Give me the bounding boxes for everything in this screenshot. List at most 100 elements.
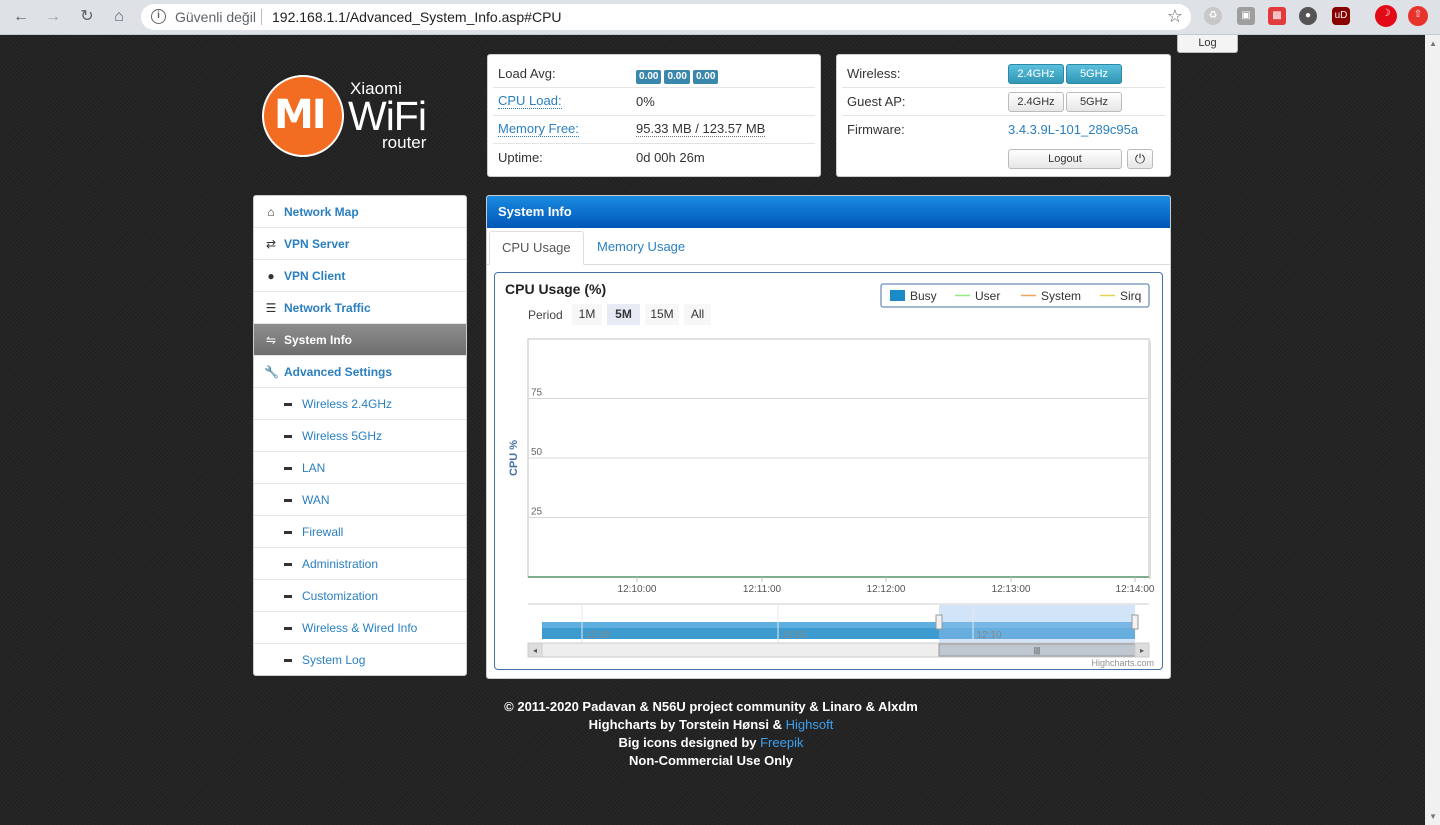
footer-icons: Big icons designed by Freepik [486,734,936,752]
controls-panel: Wireless: 2.4GHz 5GHz Guest AP: 2.4GHz 5… [836,54,1171,177]
memory-free-row: Memory Free: 95.33 MB / 123.57 MB [493,116,815,144]
x-tick-3: 12:13:00 [992,584,1031,595]
system-info-panel: System Info CPU Usage Memory Usage CPU U… [486,195,1171,679]
extension-recycle-icon[interactable]: ♻ [1204,7,1222,25]
tab-bar: CPU Usage Memory Usage [487,228,1170,265]
guest-24ghz-button[interactable]: 2.4GHz [1008,92,1064,112]
sidebar-sub-wireless-5[interactable]: Wireless 5GHz [254,420,466,452]
tab-memory-usage[interactable]: Memory Usage [585,231,697,265]
y-tick-25: 25 [531,507,543,518]
status-panel: Load Avg: 0.00 0.00 0.00 CPU Load: 0% Memo… [487,54,821,177]
dash-icon [284,627,292,630]
sidebar-sub-label: LAN [302,461,326,475]
cpu-load-value: 0% [636,94,655,109]
wireless-5ghz-button[interactable]: 5GHz [1066,64,1122,84]
sidebar-item-vpn-server[interactable]: ⇄ VPN Server [254,228,466,260]
uptime-value: 0d 00h 26m [636,150,705,165]
sidebar-sub-label: Administration [302,557,379,571]
logout-button[interactable]: Logout [1008,149,1122,169]
turkey-flag-icon[interactable]: ☽ [1375,5,1397,27]
sidebar-sub-label: WAN [302,493,330,507]
period-label-all: All [691,307,704,321]
address-bar[interactable]: i Güvenli değil 192.168.1.1/Advanced_Sys… [141,4,1191,30]
legend-item-busy[interactable]: Busy [910,289,937,303]
tab-cpu-usage[interactable]: CPU Usage [489,231,584,265]
sidebar-item-advanced-settings[interactable]: 🔧 Advanced Settings [254,356,466,388]
cpu-load-row: CPU Load: 0% [493,88,815,116]
y-tick-75: 75 [531,388,543,399]
omnibox-separator [261,9,262,25]
extension-bucket-icon[interactable]: ▣ [1237,7,1255,25]
extension-screen-icon[interactable]: ▩ [1268,7,1286,25]
reload-icon[interactable]: ↻ [74,5,100,29]
home-icon[interactable]: ⌂ [106,5,132,29]
sidebar-menu: ⌂ Network Map ⇄ VPN Server ● VPN Client … [253,195,467,676]
wireless-24ghz-button[interactable]: 2.4GHz [1008,64,1064,84]
sidebar-item-network-traffic[interactable]: ☰ Network Traffic [254,292,466,324]
random-icon: ⇋ [265,333,277,347]
highcharts-credit[interactable]: Highcharts.com [1091,658,1154,668]
list-icon: ☰ [265,301,277,315]
x-tick-1: 12:11:00 [743,584,782,595]
sidebar-item-vpn-client[interactable]: ● VPN Client [254,260,466,292]
load-avg-15: 0.00 [692,70,719,84]
dash-icon [284,435,292,438]
footer-copyright: © 2011-2020 Padavan & N56U project commu… [504,699,918,714]
sidebar-sub-system-log[interactable]: System Log [254,644,466,675]
sidebar-sub-customization[interactable]: Customization [254,580,466,612]
navigator-handle-left[interactable] [935,614,943,630]
sidebar-sub-firewall[interactable]: Firewall [254,516,466,548]
legend-item-user[interactable]: User [975,289,1000,303]
period-label-5m: 5M [615,307,632,321]
sidebar-item-network-map[interactable]: ⌂ Network Map [254,196,466,228]
footer-highcharts: Highcharts by Torstein Hønsi & Highsoft [486,716,936,734]
footer-icons-text: Big icons designed by [618,735,761,750]
sidebar-sub-wireless-24[interactable]: Wireless 2.4GHz [254,388,466,420]
sidebar-item-label: VPN Server [284,237,350,251]
sidebar-sub-lan[interactable]: LAN [254,452,466,484]
url-text[interactable]: 192.168.1.1/Advanced_System_Info.asp#CPU [272,9,562,25]
power-icon[interactable]: ⏻ [1127,149,1153,169]
ublock-icon[interactable]: uD [1332,7,1350,25]
sidebar-sub-wireless-wired-info[interactable]: Wireless & Wired Info [254,612,466,644]
scroll-down-icon[interactable]: ▼ [1429,812,1437,821]
retweet-icon: ⇄ [265,237,277,251]
navigator-selected-range [939,605,1135,643]
scroll-up-icon[interactable]: ▲ [1429,39,1437,48]
dash-icon [284,467,292,470]
memory-free-link[interactable]: Memory Free: [498,122,579,137]
guest-5ghz-button[interactable]: 5GHz [1066,92,1122,112]
highsoft-link[interactable]: Highsoft [786,717,834,732]
sidebar-item-system-info[interactable]: ⇋ System Info [254,324,466,356]
uptime-label: Uptime: [498,150,543,165]
sidebar-sub-label: Customization [302,589,379,603]
browser-toolbar: ← → ↻ ⌂ i Güvenli değil 192.168.1.1/Adva… [0,0,1440,35]
bookmark-star-icon[interactable]: ☆ [1167,6,1183,27]
sidebar-item-label: Advanced Settings [284,365,393,379]
sidebar-sub-administration[interactable]: Administration [254,548,466,580]
load-avg-values: 0.00 0.00 0.00 [636,67,721,84]
firmware-link[interactable]: 3.4.3.9L-101_289c95a [1008,122,1138,137]
x-tick-2: 12:12:00 [867,584,906,595]
load-avg-1: 0.00 [636,70,662,84]
log-tab[interactable]: Log [1177,35,1238,53]
page-scrollbar[interactable] [1425,35,1440,825]
xiaomi-wifi-logo: MI Xiaomi WiFi router [262,75,442,160]
memory-free-value: 95.33 MB / 123.57 MB [636,121,766,137]
upload-icon[interactable]: ⇧ [1408,6,1428,26]
forward-icon[interactable]: → [40,5,66,29]
freepik-link[interactable]: Freepik [760,735,803,750]
legend-item-system[interactable]: System [1041,289,1081,303]
panel-title: System Info [487,196,1170,228]
back-icon[interactable]: ← [8,5,34,29]
navigator-handle-right[interactable] [1131,614,1139,630]
info-icon[interactable]: i [151,9,166,24]
wrench-icon: 🔧 [264,365,279,379]
sidebar-sub-label: Wireless 2.4GHz [302,397,393,411]
extension-ball-icon[interactable]: ● [1299,7,1317,25]
legend-item-sirq[interactable]: Sirq [1120,289,1141,303]
dash-icon [284,595,292,598]
cpu-load-link[interactable]: CPU Load: [498,94,562,109]
firmware-label: Firmware: [847,122,905,137]
sidebar-sub-wan[interactable]: WAN [254,484,466,516]
